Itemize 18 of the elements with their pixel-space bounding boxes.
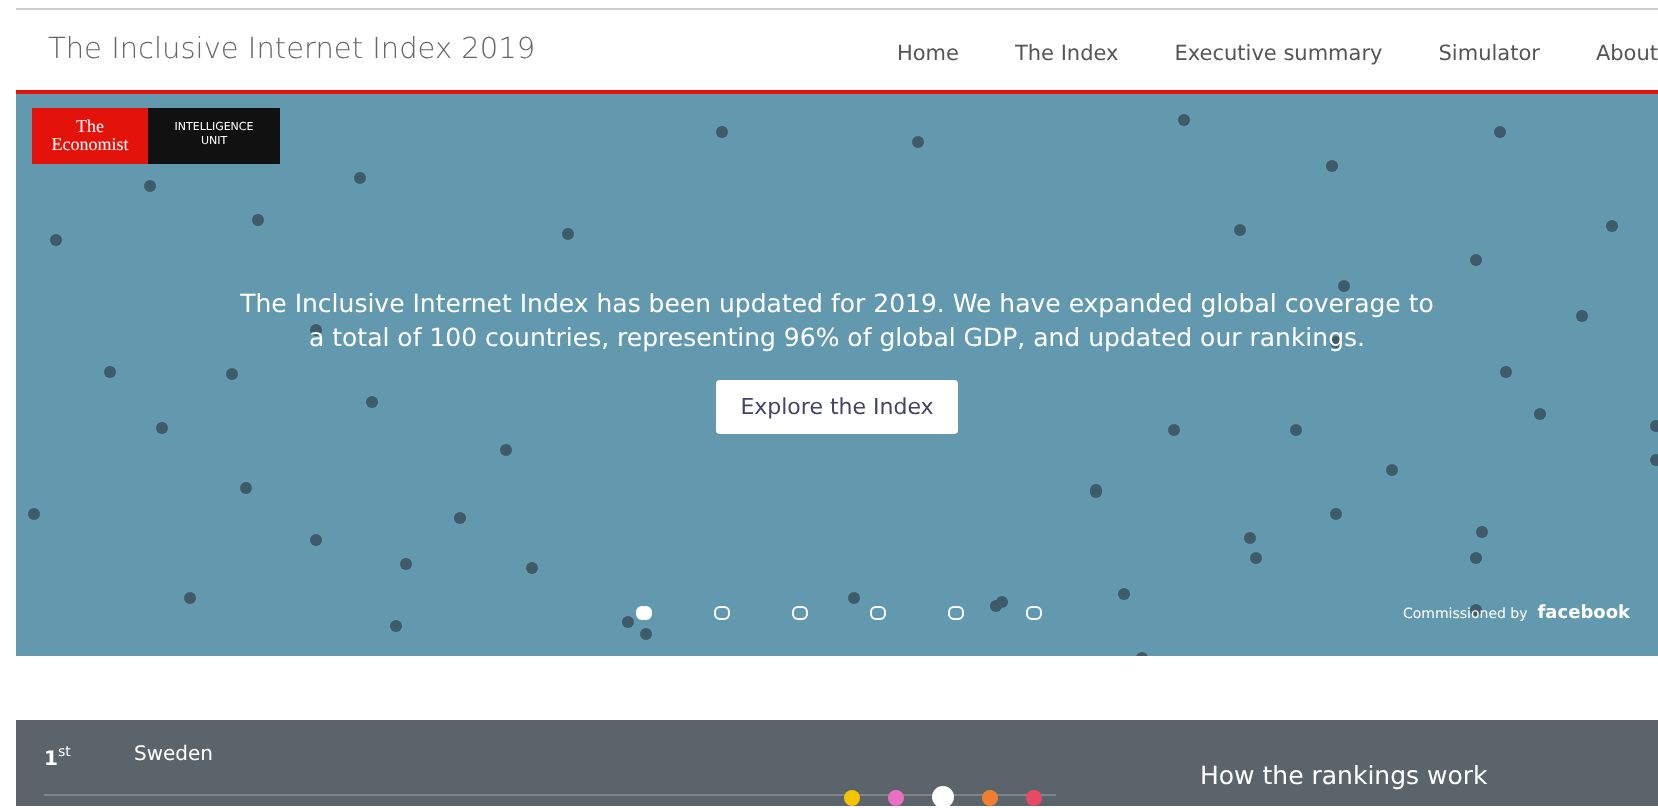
explore-button[interactable]: Explore the Index [716,380,958,434]
pillar-dot[interactable] [1026,789,1042,805]
brand-logo: The Economist [32,108,148,164]
pillar-dot[interactable] [932,786,954,808]
nav-link[interactable]: Home [868,42,987,66]
pillar-dot[interactable] [844,789,860,805]
site-title: The Inclusive Internet Index 2019 [48,34,538,66]
nav-link[interactable]: About [1567,42,1658,66]
hero-message: The Inclusive Internet Index has been updated for 2019. We have expanded global coverage to a total of 100 countries, representing 96% of global GDP, and updated our rankings. [238,286,1436,354]
nav-link[interactable]: The Index [986,42,1147,66]
rank-label: 1$^{st}$ [44,744,71,771]
country-name: Sweden [134,744,214,766]
pillar-dot[interactable] [982,789,998,805]
nav-link[interactable]: Executive summary [1146,42,1411,66]
nav-link[interactable]: Simulator [1410,42,1568,66]
rankings-link[interactable]: How the rankings work [1200,760,1488,790]
pillar-dot[interactable] [888,789,904,805]
sponsor-logo: facebook [1537,604,1630,624]
